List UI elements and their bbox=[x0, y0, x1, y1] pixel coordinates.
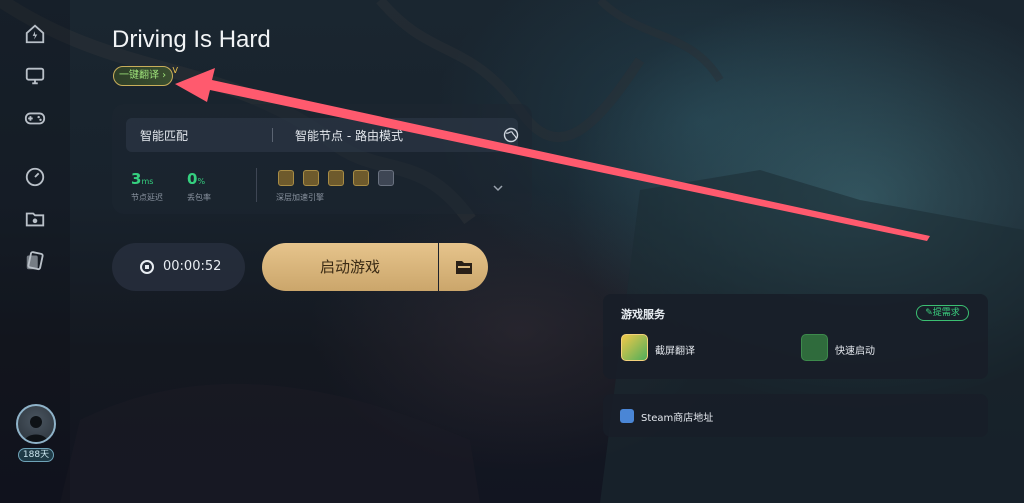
stop-timer-button[interactable]: 00:00:52 bbox=[112, 243, 245, 291]
folder-icon bbox=[455, 261, 472, 274]
steam-icon bbox=[620, 409, 634, 423]
accel-engine-icon bbox=[303, 170, 319, 186]
vip-mark: V bbox=[172, 66, 178, 75]
latency-label: 节点延迟 bbox=[131, 193, 163, 202]
pencil-icon: ✎ bbox=[925, 308, 933, 318]
translate-label: 一键翻译 › bbox=[119, 70, 167, 81]
one-click-translate-button[interactable]: 一键翻译 › V bbox=[113, 66, 178, 86]
steam-store-label: Steam商店地址 bbox=[641, 413, 714, 424]
speedometer-icon[interactable] bbox=[23, 165, 47, 189]
services-title: 游戏服务 bbox=[621, 308, 665, 321]
avatar bbox=[16, 404, 56, 444]
packet-loss-value: 0% bbox=[187, 170, 206, 188]
stop-icon bbox=[140, 260, 154, 274]
route-panel: 智能匹配 智能节点 - 路由模式 3ms 节点延迟 0% 丢包率 深层加速引擎 bbox=[112, 104, 532, 214]
open-folder-button[interactable] bbox=[439, 243, 488, 291]
steam-store-link[interactable]: Steam商店地址 bbox=[603, 394, 988, 437]
stats-divider bbox=[256, 168, 257, 202]
monitor-icon[interactable] bbox=[23, 64, 47, 88]
quick-launch-icon bbox=[801, 334, 828, 361]
session-timer: 00:00:52 bbox=[163, 259, 222, 274]
game-title: Driving Is Hard bbox=[112, 26, 271, 53]
accel-engine-icon bbox=[328, 170, 344, 186]
submit-request-button[interactable]: ✎提需求 bbox=[916, 305, 969, 321]
home-icon[interactable] bbox=[23, 22, 47, 46]
route-divider bbox=[272, 128, 273, 142]
cards-icon[interactable] bbox=[23, 249, 47, 273]
user-avatar[interactable]: 188天 bbox=[13, 404, 59, 464]
packet-loss-label: 丢包率 bbox=[187, 193, 211, 202]
vip-days-badge: 188天 bbox=[18, 448, 54, 462]
globe-icon[interactable] bbox=[503, 127, 519, 143]
gamepad-icon[interactable] bbox=[23, 106, 47, 130]
game-services-panel: 游戏服务 ✎提需求 截屏翻译 快速启动 bbox=[603, 294, 988, 379]
accel-engine-icon bbox=[278, 170, 294, 186]
chevron-down-icon[interactable] bbox=[492, 182, 504, 194]
service-label: 截屏翻译 bbox=[655, 346, 695, 357]
accel-engine-icon bbox=[353, 170, 369, 186]
latency-value: 3ms bbox=[131, 170, 154, 188]
route-node: 智能节点 - 路由模式 bbox=[295, 129, 403, 143]
sidebar: 188天 bbox=[0, 0, 70, 503]
route-selector[interactable]: 智能匹配 智能节点 - 路由模式 bbox=[126, 118, 519, 152]
route-mode: 智能匹配 bbox=[140, 129, 189, 143]
service-label: 快速启动 bbox=[835, 346, 875, 357]
accel-engine-label: 深层加速引擎 bbox=[276, 193, 324, 202]
accel-engine-icon bbox=[378, 170, 394, 186]
screenshot-translate-icon bbox=[621, 334, 648, 361]
folder-icon[interactable] bbox=[23, 207, 47, 231]
launch-game-button[interactable]: 启动游戏 bbox=[262, 243, 438, 291]
